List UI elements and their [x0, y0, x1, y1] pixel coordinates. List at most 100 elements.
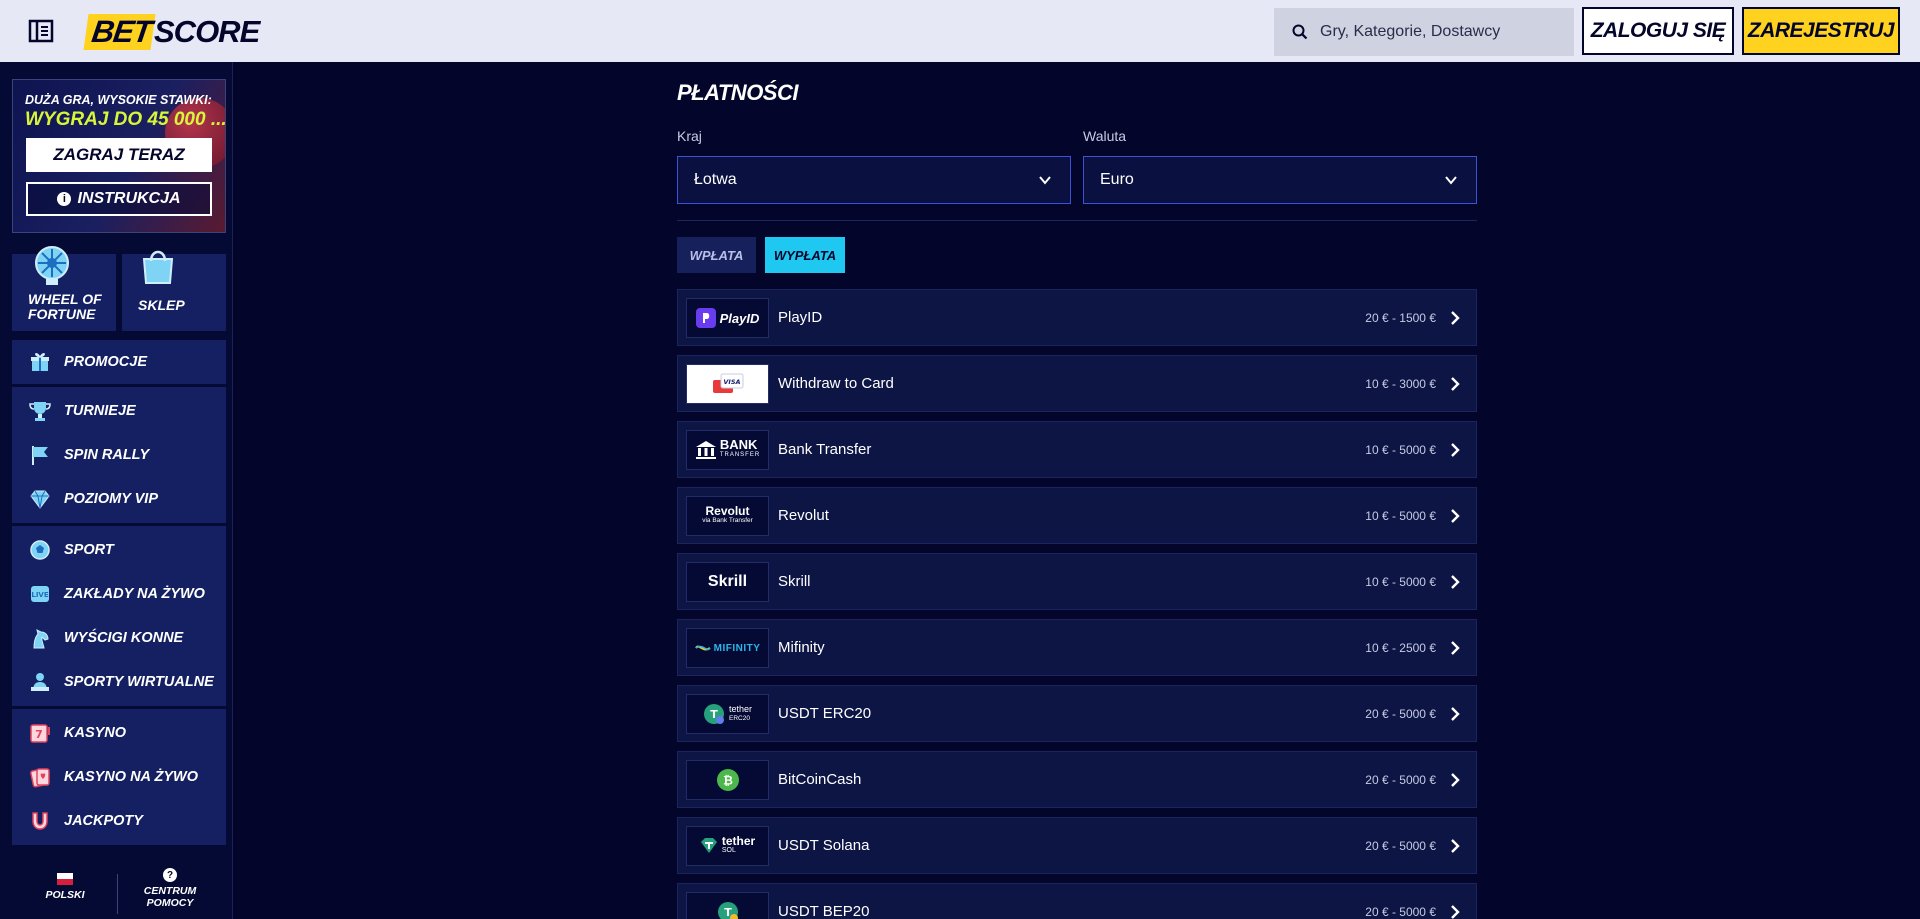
bank-transfer-logo: BANK TRANSFER — [686, 430, 769, 470]
nav-label: KASYNO NA ŻYWO — [64, 769, 198, 785]
sidebar-item-virtual-sports[interactable]: SPORTY WIRTUALNE — [12, 660, 226, 704]
method-range: 20 € - 5000 € — [1365, 905, 1436, 919]
nav-label: KASYNO — [64, 725, 127, 741]
currency-select[interactable]: Euro — [1083, 156, 1477, 204]
flag-icon — [28, 443, 52, 467]
sidebar-item-casino[interactable]: 7 KASYNO — [12, 711, 226, 755]
payment-method-row[interactable]: tether SOL USDT Solana 20 € - 5000 € — [677, 817, 1477, 874]
chevron-right-icon — [1451, 377, 1460, 391]
promo-banner[interactable]: DUŻA GRA, WYSOKIE STAWKI: WYGRAJ DO 45 0… — [12, 79, 226, 233]
method-name: BitCoinCash — [778, 771, 862, 788]
section-divider — [677, 220, 1477, 221]
register-button[interactable]: ZAREJESTRUJ — [1742, 7, 1900, 55]
nav-group-sports: SPORT LIVE ZAKŁADY NA ŻYWO WYŚCIGI KONNE… — [12, 526, 226, 706]
poland-flag-icon — [57, 873, 73, 885]
sidebar-item-vip-levels[interactable]: POZIOMY VIP — [12, 477, 226, 521]
gift-icon — [28, 350, 52, 374]
nav-label: SPIN RALLY — [64, 447, 150, 463]
promo-line2: WYGRAJ DO 45 000 ... — [25, 109, 226, 130]
nav-group-casino: 7 KASYNO KASYNO NA ŻYWO JACKPOTY — [12, 709, 226, 845]
help-label-line2: POMOCY — [146, 897, 194, 909]
search-icon — [1292, 24, 1308, 40]
sidebar-item-live-betting[interactable]: LIVE ZAKŁADY NA ŻYWO — [12, 572, 226, 616]
play-now-button[interactable]: ZAGRAJ TERAZ — [26, 138, 212, 172]
chevron-down-icon — [1039, 176, 1051, 185]
instructions-label: INSTRUKCJA — [77, 190, 181, 207]
payment-method-row[interactable]: ₿ BitCoinCash 20 € - 5000 € — [677, 751, 1477, 808]
cards-icon — [28, 765, 52, 789]
payment-method-row[interactable]: PlayID PlayID 20 € - 1500 € — [677, 289, 1477, 346]
nav-label: PROMOCJE — [64, 354, 147, 370]
chevron-right-icon — [1451, 443, 1460, 457]
menu-toggle-icon[interactable] — [28, 19, 54, 43]
method-range: 10 € - 5000 € — [1365, 443, 1436, 457]
search-input[interactable]: Gry, Kategorie, Dostawcy — [1274, 8, 1574, 56]
horse-icon — [28, 626, 52, 650]
nav-label: SPORT — [64, 542, 114, 558]
page-title: PŁATNOŚCI — [677, 80, 798, 105]
method-range: 20 € - 5000 € — [1365, 707, 1436, 721]
tile-label: WHEEL OF FORTUNE — [28, 291, 102, 322]
help-center-link[interactable]: ? CENTRUM POMOCY — [135, 868, 205, 909]
tab-deposit[interactable]: WPŁATA — [677, 237, 756, 273]
chevron-right-icon — [1451, 839, 1460, 853]
method-range: 20 € - 1500 € — [1365, 311, 1436, 325]
nav-group-competitions: TURNIEJE SPIN RALLY POZIOMY VIP — [12, 387, 226, 523]
tether-erc20-logo: T tether ERC20 — [686, 694, 769, 734]
logo-bet: BET — [83, 14, 156, 50]
language-selector[interactable]: POLSKI — [40, 873, 90, 901]
tile-label: SKLEP — [138, 297, 185, 313]
payment-method-row[interactable]: MIFINITY Mifinity 10 € - 2500 € — [677, 619, 1477, 676]
sidebar: DUŻA GRA, WYSOKIE STAWKI: WYGRAJ DO 45 0… — [0, 62, 233, 919]
sidebar-tile-wheel-of-fortune[interactable]: WHEEL OF FORTUNE — [12, 246, 116, 331]
nav-label: ZAKŁADY NA ŻYWO — [64, 586, 205, 602]
nav-label: POZIOMY VIP — [64, 491, 159, 507]
method-range: 20 € - 5000 € — [1365, 839, 1436, 853]
betscore-logo[interactable]: BET SCORE — [83, 14, 260, 50]
skrill-logo: Skrill — [686, 562, 769, 602]
chevron-down-icon — [1445, 176, 1457, 185]
shopping-bag-icon — [142, 250, 174, 284]
search-placeholder: Gry, Kategorie, Dostawcy — [1320, 23, 1501, 40]
method-name: Withdraw to Card — [778, 375, 894, 392]
help-label-line1: CENTRUM — [143, 885, 197, 897]
login-button[interactable]: ZALOGUJ SIĘ — [1582, 7, 1734, 55]
method-range: 10 € - 5000 € — [1365, 575, 1436, 589]
tab-withdrawal[interactable]: WYPŁATA — [765, 237, 845, 273]
virtual-sport-icon — [28, 670, 52, 694]
chevron-right-icon — [1451, 509, 1460, 523]
sidebar-tile-shop[interactable]: SKLEP — [122, 250, 226, 331]
svg-text:₿: ₿ — [723, 774, 733, 788]
sidebar-item-jackpots[interactable]: JACKPOTY — [12, 799, 226, 843]
trophy-icon — [28, 399, 52, 423]
country-label: Kraj — [677, 128, 702, 144]
method-name: USDT BEP20 — [778, 903, 870, 919]
sidebar-item-promotions[interactable]: PROMOCJE — [12, 340, 226, 384]
svg-text:7: 7 — [35, 728, 43, 741]
help-icon: ? — [163, 868, 177, 882]
method-name: Bank Transfer — [778, 441, 872, 458]
method-name: USDT Solana — [778, 837, 870, 854]
payment-method-row[interactable]: T USDT BEP20 20 € - 5000 € — [677, 883, 1477, 919]
sidebar-item-horse-racing[interactable]: WYŚCIGI KONNE — [12, 616, 226, 660]
method-range: 10 € - 5000 € — [1365, 509, 1436, 523]
country-select[interactable]: Łotwa — [677, 156, 1071, 204]
sidebar-item-tournaments[interactable]: TURNIEJE — [12, 389, 226, 433]
nav-group-promotions: PROMOCJE — [12, 340, 226, 384]
payment-method-row[interactable]: Revolut via Bank Transfer Revolut 10 € - … — [677, 487, 1477, 544]
payment-method-row[interactable]: Skrill Skrill 10 € - 5000 € — [677, 553, 1477, 610]
method-name: Revolut — [778, 507, 829, 524]
payment-method-row[interactable]: T tether ERC20 USDT ERC20 20 € - 5000 € — [677, 685, 1477, 742]
payment-method-row[interactable]: BANK TRANSFER Bank Transfer 10 € - 5000 € — [677, 421, 1477, 478]
country-value: Łotwa — [694, 171, 737, 188]
method-name: PlayID — [778, 309, 823, 326]
sidebar-item-spin-rally[interactable]: SPIN RALLY — [12, 433, 226, 477]
mifinity-logo: MIFINITY — [686, 628, 769, 668]
payment-method-row[interactable]: VISA Withdraw to Card 10 € - 3000 € — [677, 355, 1477, 412]
sidebar-item-live-casino[interactable]: KASYNO NA ŻYWO — [12, 755, 226, 799]
sidebar-item-sport[interactable]: SPORT — [12, 528, 226, 572]
wheel-icon — [35, 246, 69, 285]
chevron-right-icon — [1451, 707, 1460, 721]
nav-label: WYŚCIGI KONNE — [64, 630, 184, 646]
instructions-button[interactable]: i INSTRUKCJA — [26, 182, 212, 216]
